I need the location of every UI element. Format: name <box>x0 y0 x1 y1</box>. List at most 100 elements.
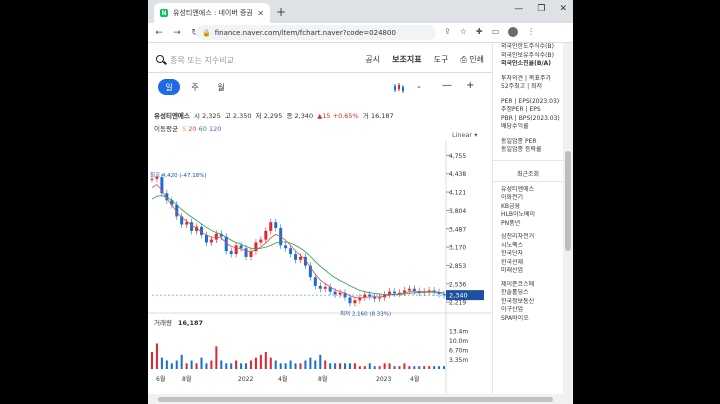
ma120-legend[interactable]: 120 <box>209 125 221 133</box>
ma20-legend[interactable]: 20 <box>188 125 196 133</box>
menu-tools[interactable]: 도구 <box>434 54 449 65</box>
share-icon[interactable]: ⇪ <box>444 27 451 37</box>
x-axis-label: 2023 <box>376 376 391 383</box>
menu-indicators[interactable]: 보조지표 <box>392 54 421 65</box>
recent-stock-item[interactable]: 이화전기 <box>493 194 563 203</box>
horizontal-scrollbar[interactable] <box>148 394 563 404</box>
close-price: 2,340 <box>294 112 314 120</box>
chart-toolbar: 공시 보조지표 도구 ⎙ 인쇄 <box>148 51 492 69</box>
volume-bar <box>353 363 356 369</box>
stock-compare-search-input[interactable] <box>170 53 290 67</box>
price-chart[interactable]: 4,755 4,438 4,121 3,804 3,487 3,170 2,853 2,536… <box>148 141 492 394</box>
candle-body <box>214 233 218 240</box>
candle-body <box>244 248 248 257</box>
sidebar-metric-row: 동일업종 등락률 <box>501 146 542 153</box>
recent-stock-item[interactable]: HLB이노베이 <box>493 211 563 220</box>
new-tab-button[interactable]: + <box>276 5 286 19</box>
menu-dots-icon[interactable]: ⋮ <box>527 27 535 37</box>
page-content: 공시 보조지표 도구 ⎙ 인쇄 일 주 월 ⌄ — + <box>148 43 573 404</box>
volume-bar <box>230 363 233 369</box>
candle-body <box>229 251 233 255</box>
volume-bar <box>185 363 188 369</box>
candle-body <box>323 287 327 289</box>
volume-tick-label: 10.0m <box>449 338 468 345</box>
back-arrow-icon[interactable]: ← <box>152 28 166 38</box>
recent-stock-item[interactable]: 삼천리자전거 <box>493 233 563 242</box>
profile-avatar[interactable] <box>508 27 519 37</box>
price-tick-label: 3,804 <box>449 208 466 215</box>
recent-stock-item[interactable]: 한국정보통신 <box>493 298 563 307</box>
url-field[interactable]: 🔒 finance.naver.com/item/fchart.naver?co… <box>196 25 436 40</box>
scrollbar-thumb[interactable] <box>565 151 571 251</box>
volume-bar <box>438 366 441 369</box>
extensions-puzzle-icon[interactable]: ✚ <box>476 27 483 37</box>
hscrollbar-thumb[interactable] <box>158 397 553 402</box>
candle-body <box>274 222 278 228</box>
period-monthly-tab[interactable]: 월 <box>210 79 232 95</box>
volume-bar <box>418 366 421 369</box>
close-tab-icon[interactable]: ✕ <box>257 9 264 18</box>
forward-arrow-icon[interactable]: → <box>170 28 184 38</box>
recent-stock-item[interactable]: 제이준코스메 <box>493 281 563 290</box>
volume-bar <box>348 363 351 369</box>
recent-stock-item[interactable]: 이구산업 <box>493 306 563 315</box>
bookmark-star-icon[interactable]: ☆ <box>460 27 467 37</box>
volume-bar <box>269 357 272 369</box>
zoom-out-button[interactable]: — <box>442 80 452 91</box>
toolbar-divider <box>148 72 492 73</box>
sidebar-metric-row: 외국인소진율(B/A) <box>501 60 552 67</box>
recent-stock-item[interactable]: 유성티엔에스 <box>493 186 563 195</box>
volume-bar <box>165 360 168 369</box>
sidebar-metric-row: 외국인한도주식수(B) <box>501 43 554 50</box>
period-weekly-tab[interactable]: 주 <box>184 79 206 95</box>
ma60-legend[interactable]: 60 <box>199 125 207 133</box>
menu-print[interactable]: ⎙ 인쇄 <box>460 54 484 65</box>
recent-stock-item[interactable]: 한국선재 <box>493 259 563 268</box>
close-window-button[interactable]: ✕ <box>559 4 567 14</box>
sidepanel-icon[interactable]: ▭ <box>492 27 500 37</box>
volume-bar <box>284 363 287 369</box>
volume-bar <box>428 366 431 369</box>
address-bar-row: ← → ↻ 🔒 finance.naver.com/item/fchart.na… <box>148 23 573 43</box>
volume-bar <box>358 366 361 369</box>
volume-bar <box>433 366 436 369</box>
candle-body <box>368 294 372 297</box>
ma5-legend[interactable]: 5 <box>182 125 186 133</box>
recent-stock-item[interactable]: 한솔홀딩스 <box>493 289 563 298</box>
candle-body <box>353 300 357 304</box>
chevron-down-icon[interactable]: ⌄ <box>416 82 422 90</box>
candle-body <box>313 277 317 286</box>
price-tick-label: 4,755 <box>449 153 466 160</box>
menu-disclosure[interactable]: 공시 <box>365 54 380 65</box>
browser-tab[interactable]: N 유성티엔에스 : 네이버 증권 ✕ <box>154 3 270 23</box>
tab-title: 유성티엔에스 : 네이버 증권 <box>173 9 253 17</box>
scale-linear-dropdown[interactable]: Linear ▾ <box>452 131 478 139</box>
candle-body <box>284 245 288 249</box>
volume-bar <box>324 360 327 369</box>
period-daily-tab[interactable]: 일 <box>158 79 180 95</box>
recent-stock-item[interactable]: 시노펙스 <box>493 242 563 251</box>
volume-panel-label: 거래량 <box>154 318 172 327</box>
recent-stock-item[interactable]: SPA바이오 <box>493 315 563 324</box>
sidebar-metrics: 외국인한도주식수(B) 외국인보유주식수(B) 외국인소진율(B/A) 투자의견 | … <box>493 43 563 155</box>
volume-bar <box>339 363 342 369</box>
vertical-scrollbar[interactable] <box>563 43 573 404</box>
volume-bar <box>225 363 228 369</box>
recent-stock-item[interactable]: PN풍년 <box>493 220 563 229</box>
candle-body <box>259 239 263 243</box>
recent-stock-item[interactable]: KB금융 <box>493 203 563 212</box>
volume-bar <box>329 363 332 369</box>
sidebar-metric-row: 추정PER | EPS <box>501 106 541 113</box>
volume-bar <box>423 366 426 369</box>
zoom-in-button[interactable]: + <box>466 80 474 91</box>
candle-body <box>204 234 208 243</box>
recent-stock-item[interactable]: 한국단자 <box>493 250 563 259</box>
volume-panel-value: 16,187 <box>178 319 203 327</box>
volume-bar <box>195 363 198 369</box>
volume-bar <box>235 360 238 369</box>
sidebar-metric-row: PBR | BPS(2023.03) <box>501 114 560 122</box>
recent-stock-item[interactable]: 미래산업 <box>493 267 563 276</box>
maximize-button[interactable]: ❐ <box>537 4 545 14</box>
candlestick-type-icon[interactable] <box>393 83 407 93</box>
minimize-button[interactable]: — <box>514 4 523 14</box>
